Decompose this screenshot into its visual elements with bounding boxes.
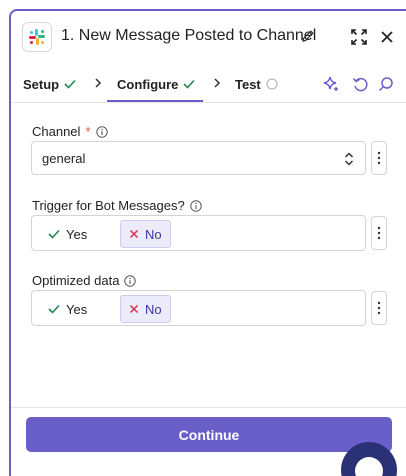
- pencil-icon[interactable]: [301, 29, 315, 43]
- close-icon[interactable]: [377, 27, 397, 47]
- optimized-yes-option[interactable]: Yes: [40, 295, 95, 323]
- check-icon: [183, 79, 195, 89]
- slack-logo-icon: [22, 22, 52, 52]
- trigger-bot-no-option[interactable]: No: [120, 220, 171, 248]
- info-icon[interactable]: [190, 199, 202, 212]
- option-label: No: [145, 301, 162, 317]
- option-label: Yes: [66, 226, 88, 242]
- kebab-icon: [377, 151, 381, 165]
- step-tabs: Setup Configure Test: [11, 67, 406, 103]
- channel-label-text: Channel: [32, 124, 81, 139]
- check-icon: [64, 79, 76, 89]
- kebab-icon: [377, 226, 381, 240]
- optimized-toggle: Yes No: [31, 290, 366, 326]
- trigger-bot-label-text: Trigger for Bot Messages?: [32, 198, 185, 213]
- optimized-label: Optimized data: [32, 273, 137, 288]
- search-icon[interactable]: [375, 73, 397, 95]
- tab-label: Test: [235, 76, 261, 92]
- channel-options-button[interactable]: [371, 141, 387, 175]
- option-label: Yes: [66, 301, 88, 317]
- x-icon: [129, 229, 139, 239]
- trigger-bot-options-button[interactable]: [371, 216, 387, 250]
- optimized-no-option[interactable]: No: [120, 295, 171, 323]
- info-icon[interactable]: [95, 125, 108, 138]
- optimized-label-text: Optimized data: [32, 273, 120, 288]
- step-editor-panel: 1. New Message Posted to Channel Setup C…: [9, 9, 406, 476]
- check-icon: [48, 304, 60, 314]
- tab-configure[interactable]: Configure: [106, 75, 204, 102]
- tab-setup[interactable]: Setup: [23, 75, 76, 93]
- tab-label: Configure: [117, 76, 179, 92]
- channel-value: general: [42, 150, 86, 166]
- chevron-right-icon: [214, 78, 221, 88]
- optimized-options-button[interactable]: [371, 291, 387, 325]
- x-icon: [129, 304, 139, 314]
- check-icon: [48, 229, 60, 239]
- trigger-bot-toggle: Yes No: [31, 215, 366, 251]
- channel-label: Channel *: [32, 124, 108, 139]
- chat-bubble-icon: [355, 457, 383, 476]
- step-title[interactable]: 1. New Message Posted to Channel: [61, 27, 316, 45]
- trigger-bot-yes-option[interactable]: Yes: [40, 220, 95, 248]
- channel-select[interactable]: general: [31, 141, 366, 175]
- continue-button[interactable]: Continue: [26, 417, 392, 452]
- required-mark: *: [85, 124, 91, 139]
- undo-icon[interactable]: [349, 73, 371, 95]
- option-label: No: [145, 226, 162, 242]
- panel-header: 1. New Message Posted to Channel: [11, 11, 406, 65]
- expand-icon[interactable]: [349, 27, 369, 47]
- select-arrows-icon: [344, 152, 354, 166]
- kebab-icon: [377, 301, 381, 315]
- trigger-bot-label: Trigger for Bot Messages?: [32, 198, 202, 213]
- tab-test[interactable]: Test: [235, 75, 278, 93]
- pending-circle-icon: [266, 78, 278, 90]
- sparkle-icon[interactable]: [320, 73, 342, 95]
- info-icon[interactable]: [124, 274, 137, 287]
- tab-label: Setup: [23, 76, 60, 92]
- chevron-right-icon: [95, 78, 102, 88]
